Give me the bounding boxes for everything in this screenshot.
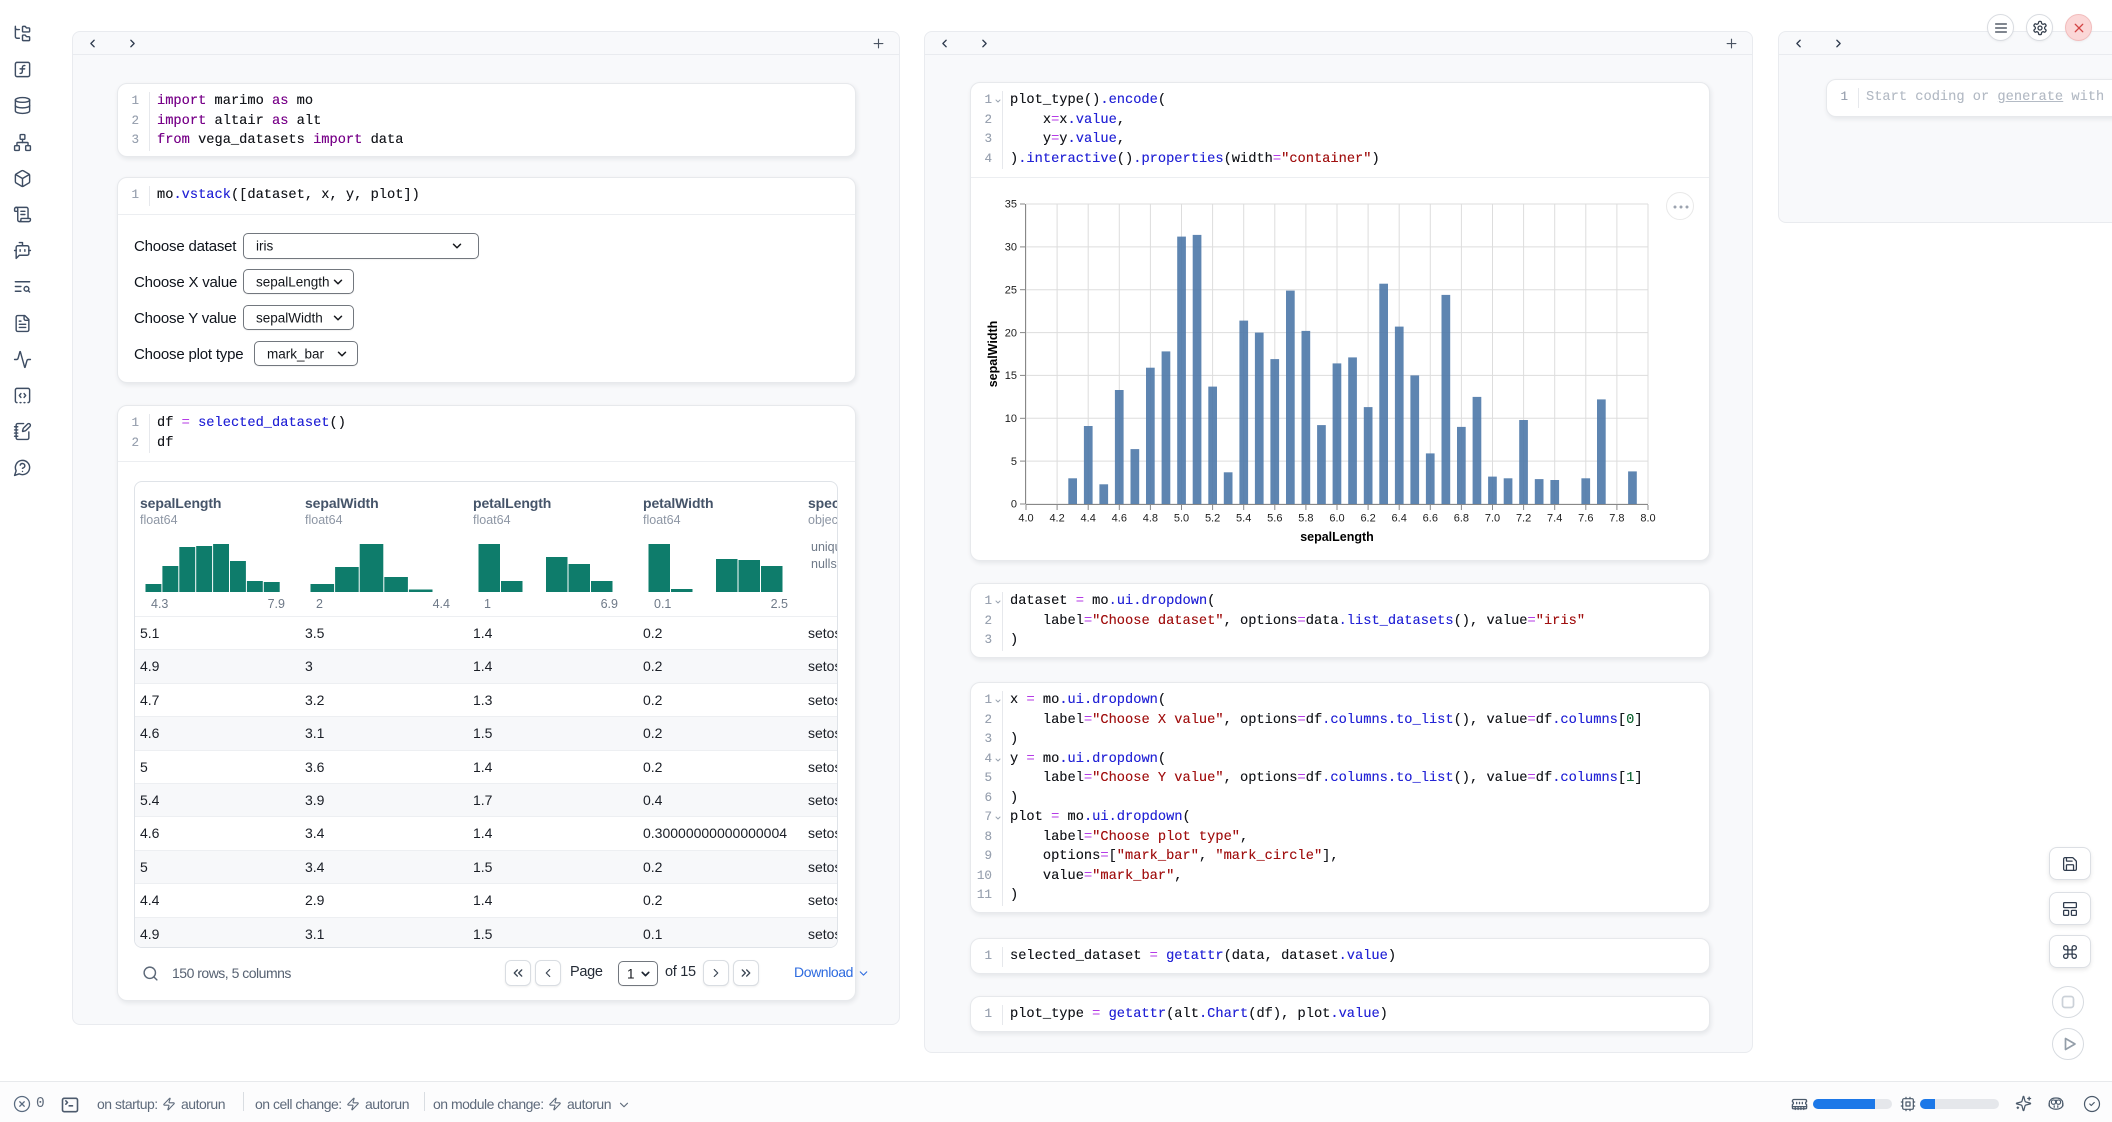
svg-text:8.0: 8.0 bbox=[1640, 513, 1655, 525]
svg-text:30: 30 bbox=[1005, 242, 1017, 254]
svg-text:4.8: 4.8 bbox=[1143, 513, 1158, 525]
svg-text:6.0: 6.0 bbox=[1329, 513, 1344, 525]
svg-text:7.4: 7.4 bbox=[1547, 513, 1562, 525]
svg-text:20: 20 bbox=[1005, 327, 1017, 339]
svg-text:10: 10 bbox=[1005, 413, 1017, 425]
svg-text:5.4: 5.4 bbox=[1236, 513, 1251, 525]
svg-text:7.0: 7.0 bbox=[1485, 513, 1500, 525]
svg-text:7.8: 7.8 bbox=[1609, 513, 1624, 525]
svg-text:5.2: 5.2 bbox=[1205, 513, 1220, 525]
svg-text:6.8: 6.8 bbox=[1454, 513, 1469, 525]
svg-text:5.0: 5.0 bbox=[1174, 513, 1189, 525]
svg-text:sepalWidth: sepalWidth bbox=[986, 321, 1000, 388]
svg-text:15: 15 bbox=[1005, 370, 1017, 382]
svg-text:5: 5 bbox=[1011, 456, 1017, 468]
svg-text:sepalLength: sepalLength bbox=[1300, 530, 1374, 544]
svg-text:7.6: 7.6 bbox=[1578, 513, 1593, 525]
svg-text:4.4: 4.4 bbox=[1081, 513, 1096, 525]
svg-text:4.6: 4.6 bbox=[1112, 513, 1127, 525]
svg-text:7.2: 7.2 bbox=[1516, 513, 1531, 525]
svg-text:5.6: 5.6 bbox=[1267, 513, 1282, 525]
svg-text:4.0: 4.0 bbox=[1018, 513, 1033, 525]
svg-text:5.8: 5.8 bbox=[1298, 513, 1313, 525]
svg-text:6.2: 6.2 bbox=[1360, 513, 1375, 525]
svg-text:0: 0 bbox=[1011, 499, 1017, 511]
svg-text:25: 25 bbox=[1005, 284, 1017, 296]
svg-text:6.6: 6.6 bbox=[1423, 513, 1438, 525]
svg-text:35: 35 bbox=[1005, 199, 1017, 211]
svg-text:4.2: 4.2 bbox=[1049, 513, 1064, 525]
svg-text:6.4: 6.4 bbox=[1392, 513, 1407, 525]
